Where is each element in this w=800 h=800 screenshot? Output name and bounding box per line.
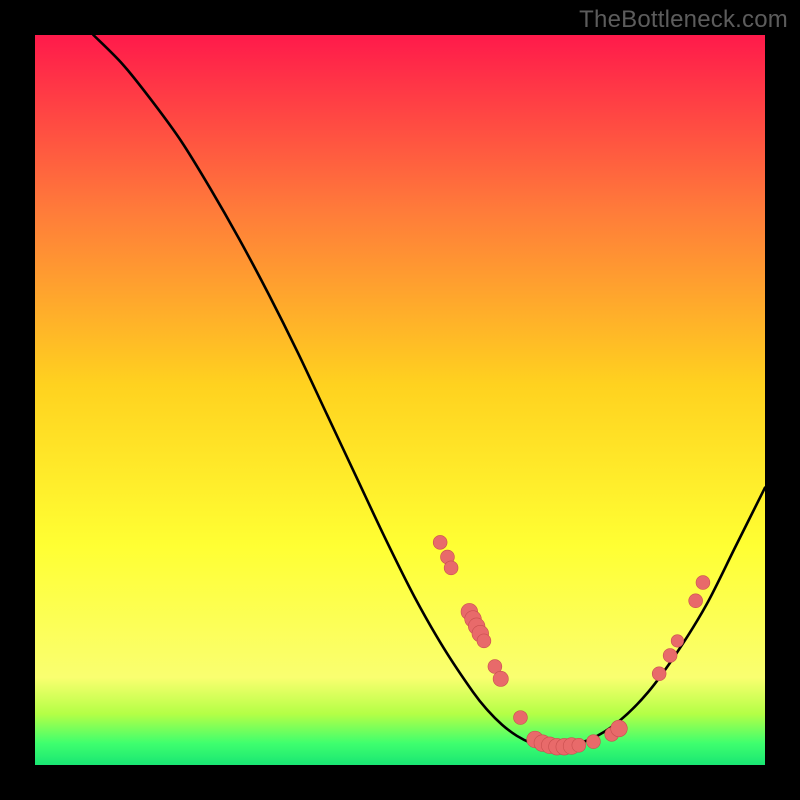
data-point [514,711,528,725]
data-point [671,635,683,647]
data-point [477,634,491,648]
plot-background [35,35,765,765]
data-point [663,649,677,663]
data-point [696,576,710,590]
chart-frame: TheBottleneck.com [0,0,800,800]
data-point [689,594,703,608]
data-point [444,561,458,575]
data-point [493,671,508,686]
data-point [572,738,586,752]
data-point [587,735,601,749]
watermark-text: TheBottleneck.com [579,6,788,34]
bottleneck-chart [0,0,800,800]
data-point [611,720,628,737]
data-point [433,535,447,549]
data-point [652,667,666,681]
